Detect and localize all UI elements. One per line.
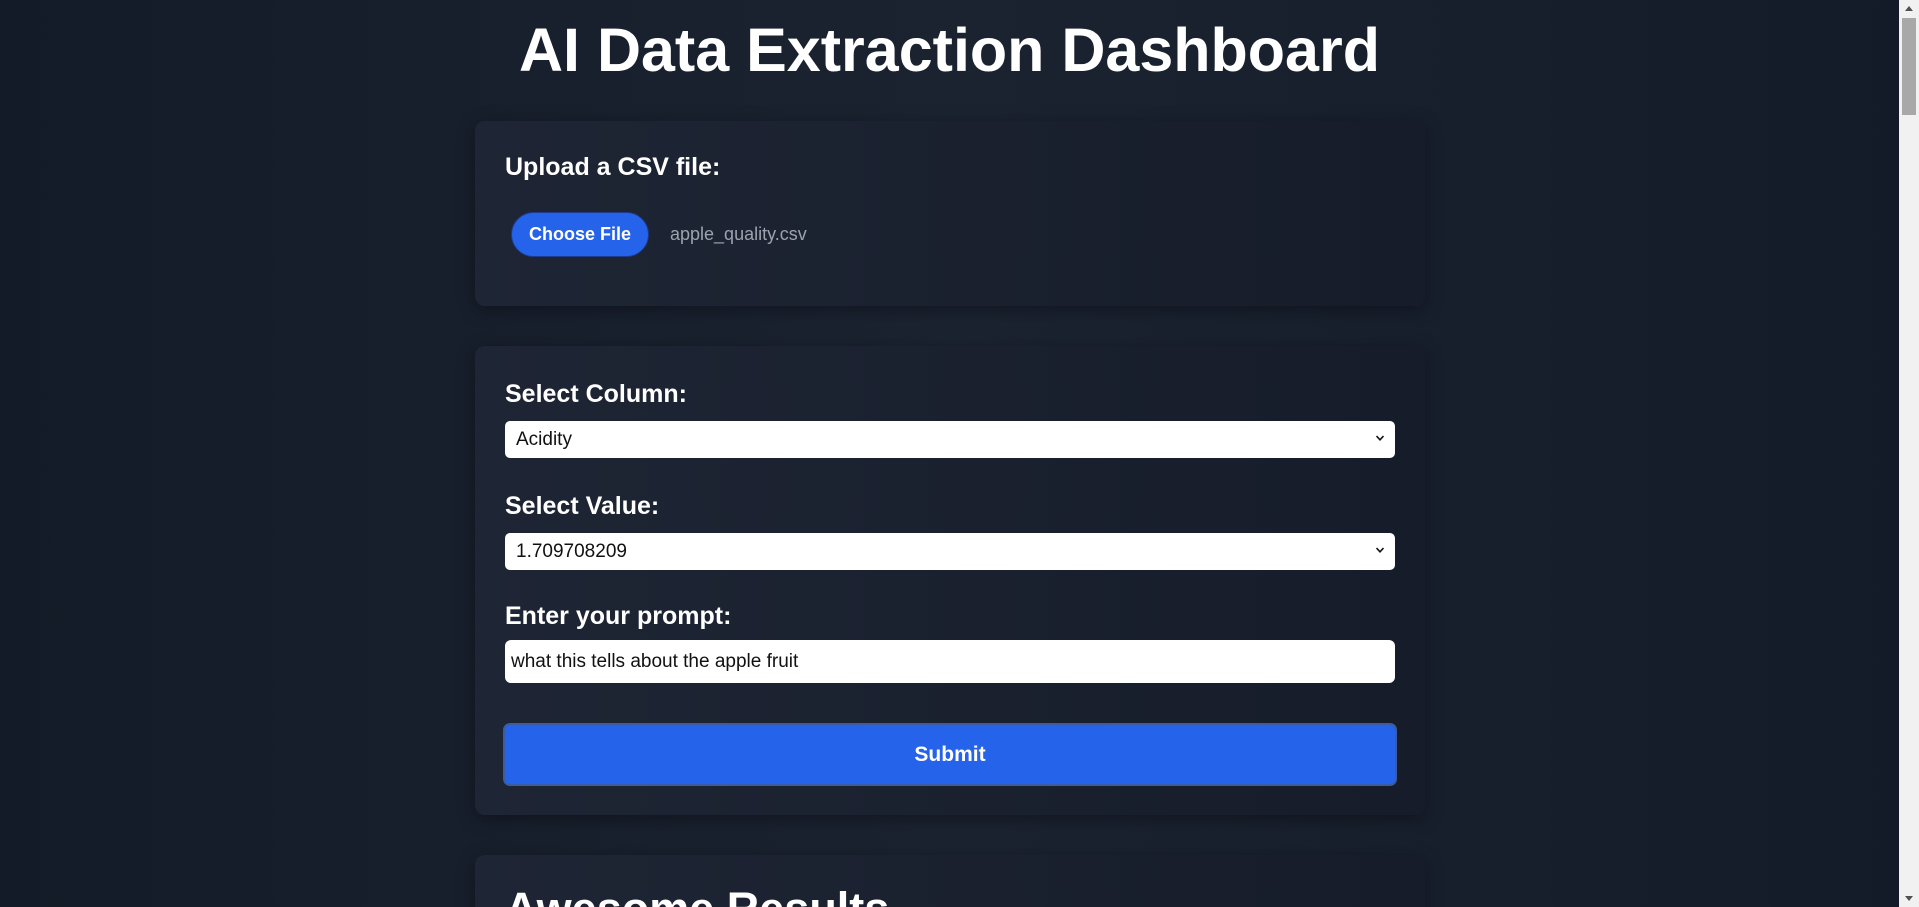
chevron-down-icon (1376, 547, 1384, 553)
upload-card: Upload a CSV file: Choose File apple_qua… (475, 121, 1425, 306)
prompt-input-value: what this tells about the apple fruit (511, 651, 799, 672)
column-select[interactable]: Acidity (505, 421, 1395, 458)
page-scrollbar[interactable] (1899, 0, 1919, 907)
submit-button[interactable]: Submit (503, 723, 1397, 786)
value-select-value: 1.709708209 (516, 541, 627, 562)
arrow-up-icon[interactable] (1899, 0, 1919, 17)
results-card: Awesome Results (475, 855, 1425, 907)
selected-file-name: apple_quality.csv (670, 224, 807, 244)
page-title: AI Data Extraction Dashboard (519, 16, 1380, 84)
select-column-label: Select Column: (505, 380, 687, 408)
upload-label: Upload a CSV file: (505, 153, 721, 181)
arrow-down-icon[interactable] (1899, 890, 1919, 907)
value-select[interactable]: 1.709708209 (505, 533, 1395, 570)
choose-file-button[interactable]: Choose File (511, 212, 649, 257)
query-form-card: Select Column: Acidity Select Value: 1.7… (475, 346, 1425, 815)
prompt-input[interactable]: what this tells about the apple fruit (505, 640, 1395, 683)
results-title: Awesome Results (505, 883, 889, 907)
scrollbar-thumb[interactable] (1902, 18, 1916, 115)
select-value-label: Select Value: (505, 492, 660, 520)
prompt-label: Enter your prompt: (505, 602, 732, 630)
chevron-down-icon (1376, 435, 1384, 441)
column-select-value: Acidity (516, 429, 572, 450)
